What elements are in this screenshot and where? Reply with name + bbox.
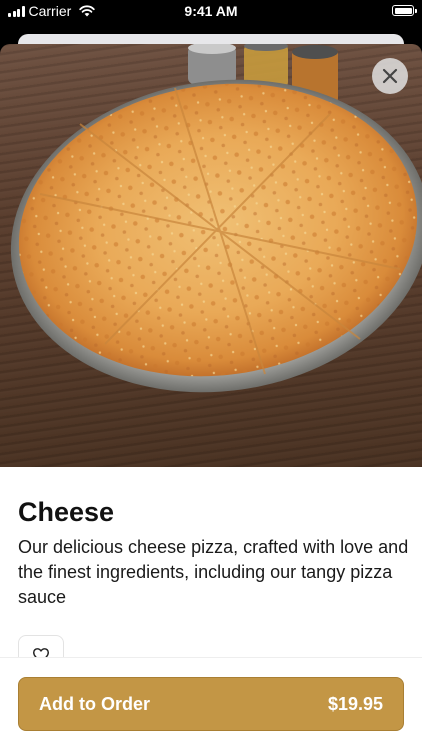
battery-icon [392,5,417,16]
item-description: Our delicious cheese pizza, crafted with… [18,537,409,607]
pizza-illustration [10,44,422,393]
status-time: 9:41 AM [184,3,238,19]
item-title: Cheese [18,497,115,527]
price-label: $19.95 [327,693,383,714]
add-to-order-button[interactable]: Add to Order $19.95 [18,677,404,731]
close-button[interactable] [372,58,408,94]
item-photo [0,44,422,467]
add-to-order-label: Add to Order [39,693,150,714]
footer-bar: Add to Order $19.95 [0,657,422,750]
status-bar: Carrier 9:41 AM [0,0,422,24]
close-icon [382,68,398,84]
